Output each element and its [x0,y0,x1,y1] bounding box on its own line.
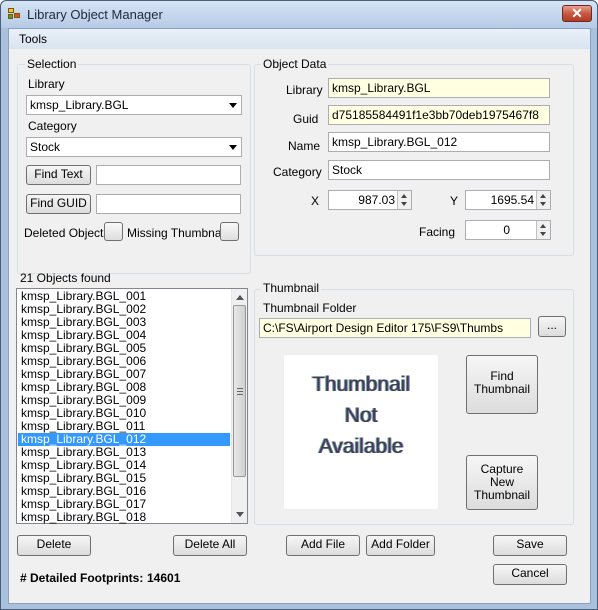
arrow-up-icon [540,224,546,228]
thumbnail-placeholder-line-2: Not [344,404,378,427]
object-library-field[interactable]: kmsp_Library.BGL [328,78,550,98]
object-data-group-title: Object Data [261,57,329,71]
y-stepper[interactable]: 1695.54 [465,190,551,210]
cancel-button[interactable]: Cancel [493,564,567,585]
x-stepper[interactable]: 987.03 [328,190,412,210]
find-thumbnail-line-2: Thumbnail [473,382,531,396]
scroll-up-icon[interactable] [236,295,244,300]
main-window: Library Object Manager ✕ Tools Selection… [0,0,598,610]
library-dropdown-value: kmsp_Library.BGL [30,98,129,112]
objects-count-label: 21 Objects found [20,271,111,285]
selection-library-label: Library [28,77,65,91]
facing-stepper[interactable]: 0 [465,220,551,240]
close-icon: ✕ [571,5,583,21]
thumbnail-folder-label: Thumbnail Folder [263,301,357,315]
objects-list: kmsp_Library.BGL_001 kmsp_Library.BGL_002… [18,290,230,524]
deleted-objects-checkbox[interactable] [104,222,123,241]
find-guid-input[interactable] [96,194,241,214]
chevron-down-icon [229,103,237,108]
missing-thumbnail-label: Missing Thumbnail [127,226,227,240]
deleted-objects-label: Deleted Objects [24,226,110,240]
footprints-label: # Detailed Footprints: [20,571,144,585]
thumbnail-image: Thumbnail Not Available [284,355,438,509]
objects-listbox[interactable]: kmsp_Library.BGL_001 kmsp_Library.BGL_002… [16,288,248,524]
thumbnail-folder-field[interactable]: C:\FS\Airport Design Editor 175\FS9\Thum… [259,318,531,338]
menu-bar: Tools [9,29,590,49]
scroll-thumb[interactable] [233,305,246,477]
object-category-label: Category [273,165,322,179]
scroll-down-icon[interactable] [236,512,244,517]
capture-thumbnail-line-3: Thumbnail [473,488,531,502]
library-dropdown[interactable]: kmsp_Library.BGL [26,95,242,115]
thumbnail-placeholder-line-1: Thumbnail [311,373,411,396]
guid-label: Guid [293,112,319,126]
capture-thumbnail-button[interactable]: Capture New Thumbnail [466,455,538,510]
delete-all-button[interactable]: Delete All [173,535,247,556]
x-label: X [311,194,320,208]
app-icon [8,8,22,20]
y-stepper-buttons[interactable] [536,191,550,209]
category-dropdown[interactable]: Stock [26,137,242,157]
object-library-label: Library [286,83,323,97]
thumbnail-group-title: Thumbnail [261,281,322,295]
object-category-field[interactable]: Stock [328,160,550,180]
window-title: Library Object Manager [27,7,163,22]
list-scrollbar[interactable] [231,289,247,523]
guid-field[interactable]: d75185584491f1e3bb70deb1975467f8 [328,105,550,125]
browse-folder-button[interactable]: ... [538,316,566,337]
selection-category-label: Category [28,119,77,133]
missing-thumbnail-checkbox[interactable] [220,222,239,241]
facing-label: Facing [419,225,456,239]
delete-button[interactable]: Delete [17,535,91,556]
facing-value: 0 [503,223,510,237]
close-button[interactable]: ✕ [562,5,592,22]
footprints-value: 14601 [147,571,181,585]
thumbnail-placeholder-line-3: Available [318,435,404,458]
y-label: Y [450,194,459,208]
x-value: 987.03 [358,193,395,207]
find-text-input[interactable] [96,165,241,185]
selection-group-title: Selection [25,57,79,71]
find-thumbnail-button[interactable]: Find Thumbnail [466,355,538,414]
menu-tools[interactable]: Tools [19,32,47,46]
arrow-down-icon [401,202,407,206]
facing-stepper-buttons[interactable] [536,221,550,239]
list-item[interactable]: kmsp_Library.BGL_018 [18,511,230,524]
arrow-down-icon [540,202,546,206]
title-bar[interactable]: Library Object Manager ✕ [1,1,597,28]
category-dropdown-value: Stock [30,140,61,154]
arrow-up-icon [401,194,407,198]
find-guid-button[interactable]: Find GUID [26,194,91,214]
arrow-down-icon [540,232,546,236]
find-text-button[interactable]: Find Text [26,165,91,185]
save-button[interactable]: Save [493,535,567,556]
y-value: 1695.54 [490,193,534,207]
chevron-down-icon [229,145,237,150]
x-stepper-buttons[interactable] [397,191,411,209]
name-label: Name [288,139,321,153]
name-field[interactable]: kmsp_Library.BGL_012 [328,132,550,152]
add-folder-button[interactable]: Add Folder [366,535,435,556]
arrow-up-icon [540,194,546,198]
add-file-button[interactable]: Add File [286,535,360,556]
client-area: Tools Selection Library kmsp_Library.BGL… [8,28,591,604]
